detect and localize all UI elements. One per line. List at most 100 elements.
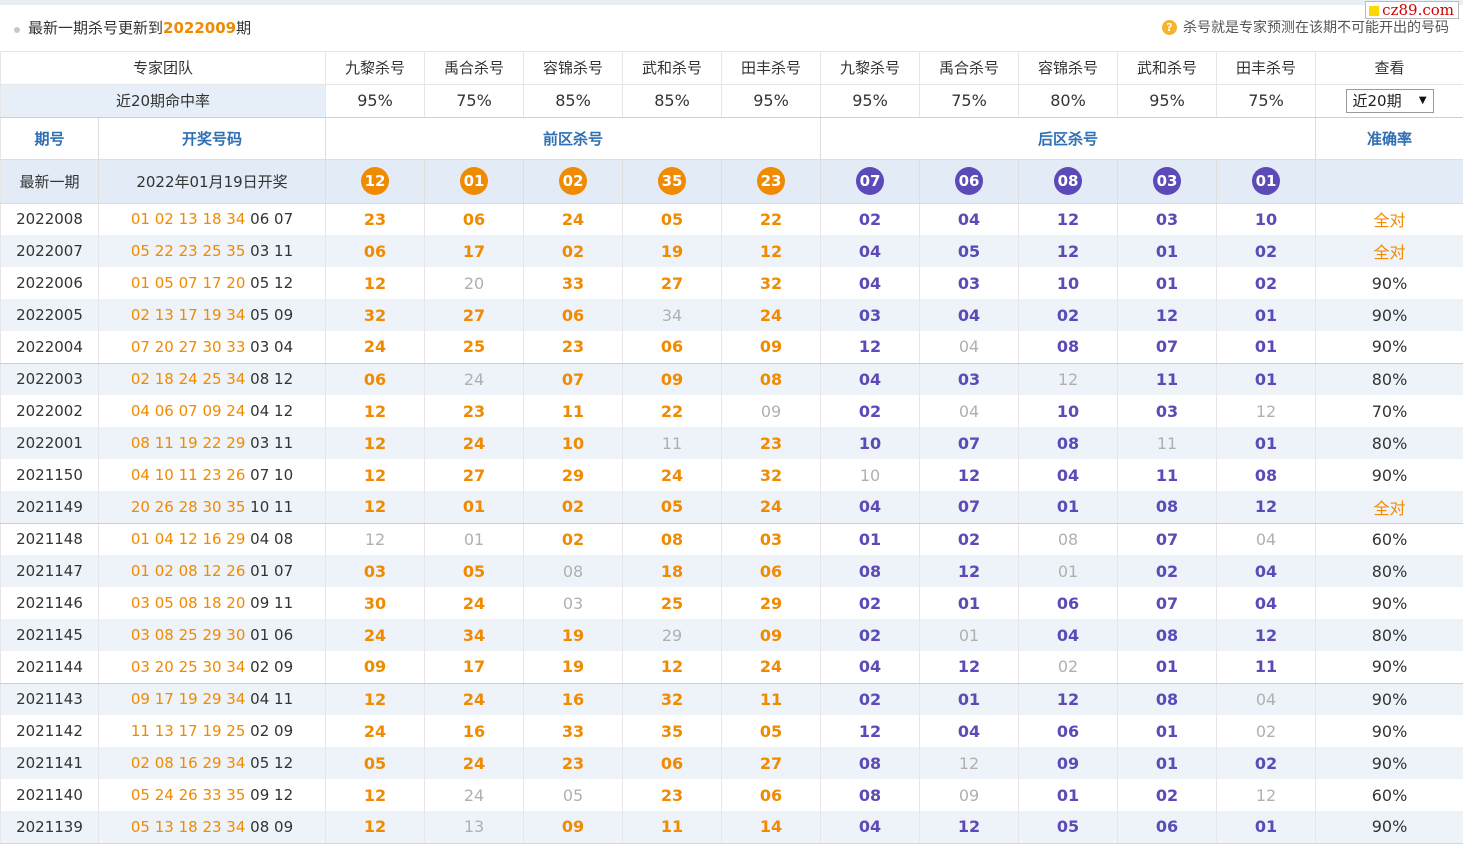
back-kill-number: 10 (858, 433, 882, 453)
front-kill-cell: 11 (622, 811, 723, 844)
back-kill-cell: 12 (919, 459, 1020, 491)
front-kill-cell: 27 (622, 267, 723, 299)
latest-accuracy-cell (1315, 159, 1463, 204)
back-kill-cell: 07 (1117, 587, 1218, 619)
front-kill-cell: 29 (523, 459, 624, 491)
section-header-row: 期号 开奖号码 前区杀号 后区杀号 准确率 (0, 117, 1463, 160)
front-kill-cell: 06 (721, 779, 822, 811)
back-kill-number: 04 (958, 337, 980, 357)
back-kill-number: 09 (1056, 753, 1080, 773)
back-kill-number: 01 (1056, 497, 1080, 517)
front-kill-cell: 35 (622, 715, 723, 747)
back-kill-cell: 02 (1117, 555, 1218, 587)
period-range-select-value: 近20期 (1352, 91, 1402, 110)
period-number: 2022001 (0, 427, 99, 459)
front-draw-numbers: 07 20 27 30 33 (130, 337, 246, 356)
back-kill-cell: 10 (820, 427, 921, 459)
back-kill-number: 02 (1056, 305, 1080, 325)
period-number: 2022002 (0, 395, 99, 427)
back-kill-number: 12 (858, 337, 882, 357)
back-kill-cell: 04 (820, 235, 921, 267)
front-kill-number: 22 (759, 209, 783, 229)
back-draw-numbers: 10 11 (250, 497, 294, 516)
front-kill-cell: 24 (325, 331, 426, 364)
front-kill-cell: 27 (721, 747, 822, 779)
back-kill-ball: 03 (1153, 167, 1182, 195)
front-kill-number: 01 (462, 497, 486, 517)
front-kill-cell: 33 (523, 715, 624, 747)
table-row: 2022006 01 05 07 17 20 05 12 12 20 33 27 32 04 0… (0, 267, 1463, 299)
back-kill-cell: 03 (1117, 203, 1218, 235)
back-kill-cell: 10 (1018, 395, 1119, 427)
period-range-select[interactable]: 近20期 ▼ (1345, 88, 1434, 113)
accuracy-value: 90% (1371, 465, 1408, 485)
accuracy-cell: 90% (1315, 715, 1463, 747)
back-kill-number: 08 (858, 785, 882, 805)
front-kill-number: 24 (463, 785, 485, 805)
expert-name: 禹合杀号 (424, 52, 525, 85)
back-kill-number: 01 (1254, 337, 1278, 357)
front-kill-cell: 23 (424, 395, 525, 427)
front-kill-number: 12 (660, 657, 684, 677)
front-kill-number: 20 (463, 273, 485, 293)
expert-hit-rate: 80% (1018, 84, 1119, 118)
back-kill-cell: 08 (1117, 491, 1218, 524)
front-kill-cell: 34 (622, 299, 723, 331)
front-kill-number: 06 (462, 209, 486, 229)
period-select-cell: 近20期 ▼ (1315, 84, 1463, 118)
latest-front-kill-cell: 23 (721, 159, 822, 204)
front-kill-number: 34 (661, 305, 683, 325)
accuracy-value: 90% (1371, 657, 1408, 677)
latest-front-kill-cell: 01 (424, 159, 525, 204)
front-kill-cell: 02 (523, 523, 624, 555)
front-kill-cell: 09 (325, 651, 426, 684)
table-row: 2021150 04 10 11 23 26 07 10 12 27 29 24 32 10 1… (0, 459, 1463, 491)
expert-hit-rate: 75% (424, 84, 525, 118)
back-kill-cell: 08 (1018, 427, 1119, 459)
accuracy-value: 90% (1371, 817, 1408, 837)
back-kill-number: 12 (858, 721, 882, 741)
back-kill-number: 02 (858, 401, 882, 421)
front-kill-cell: 05 (523, 779, 624, 811)
back-kill-number: 02 (1255, 721, 1277, 741)
back-kill-cell: 04 (1018, 459, 1119, 491)
front-kill-cell: 05 (424, 555, 525, 587)
front-kill-number: 27 (462, 465, 486, 485)
back-kill-cell: 07 (919, 427, 1020, 459)
front-kill-cell: 06 (325, 363, 426, 395)
front-kill-number: 24 (462, 689, 486, 709)
front-kill-cell: 23 (523, 331, 624, 364)
back-kill-cell: 04 (1216, 523, 1317, 555)
draw-numbers: 05 13 18 23 34 08 09 (98, 811, 327, 844)
table-row: 2021141 02 08 16 29 34 05 12 05 24 23 06 27 08 1… (0, 747, 1463, 779)
back-kill-cell: 12 (1018, 203, 1119, 235)
back-kill-cell: 06 (1018, 715, 1119, 747)
table-row: 2022008 01 02 13 18 34 06 07 23 06 24 05 22 02 0… (0, 203, 1463, 235)
front-kill-number: 06 (759, 785, 783, 805)
table-row: 2022005 02 13 17 19 34 05 09 32 27 06 34 24 03 0… (0, 299, 1463, 331)
hit-rate-label: 近20期命中率 (0, 84, 327, 118)
back-kill-cell: 02 (1216, 235, 1317, 267)
back-kill-number: 08 (858, 753, 882, 773)
front-kill-cell: 13 (424, 811, 525, 844)
front-kill-ball: 12 (361, 167, 390, 195)
back-kill-number: 02 (1254, 273, 1278, 293)
front-kill-cell: 06 (622, 747, 723, 779)
front-kill-cell: 34 (424, 619, 525, 651)
latest-front-kill-cell: 35 (622, 159, 723, 204)
latest-draw-date: 2022年01月19日开奖 (98, 159, 327, 204)
back-kill-number: 02 (1254, 241, 1278, 261)
draw-numbers: 02 08 16 29 34 05 12 (98, 747, 327, 779)
back-kill-number: 08 (1056, 337, 1080, 357)
accuracy-value: 90% (1371, 593, 1408, 613)
front-kill-number: 24 (759, 305, 783, 325)
period-number: 2021150 (0, 459, 99, 491)
front-kill-number: 19 (561, 657, 585, 677)
front-draw-numbers: 01 02 13 18 34 (130, 210, 246, 229)
front-kill-cell: 03 (721, 523, 822, 555)
back-kill-cell: 12 (1117, 299, 1218, 331)
expert-hit-rate: 95% (325, 84, 426, 118)
back-kill-number: 04 (858, 817, 882, 837)
back-kill-number: 04 (858, 241, 882, 261)
front-kill-cell: 32 (721, 267, 822, 299)
